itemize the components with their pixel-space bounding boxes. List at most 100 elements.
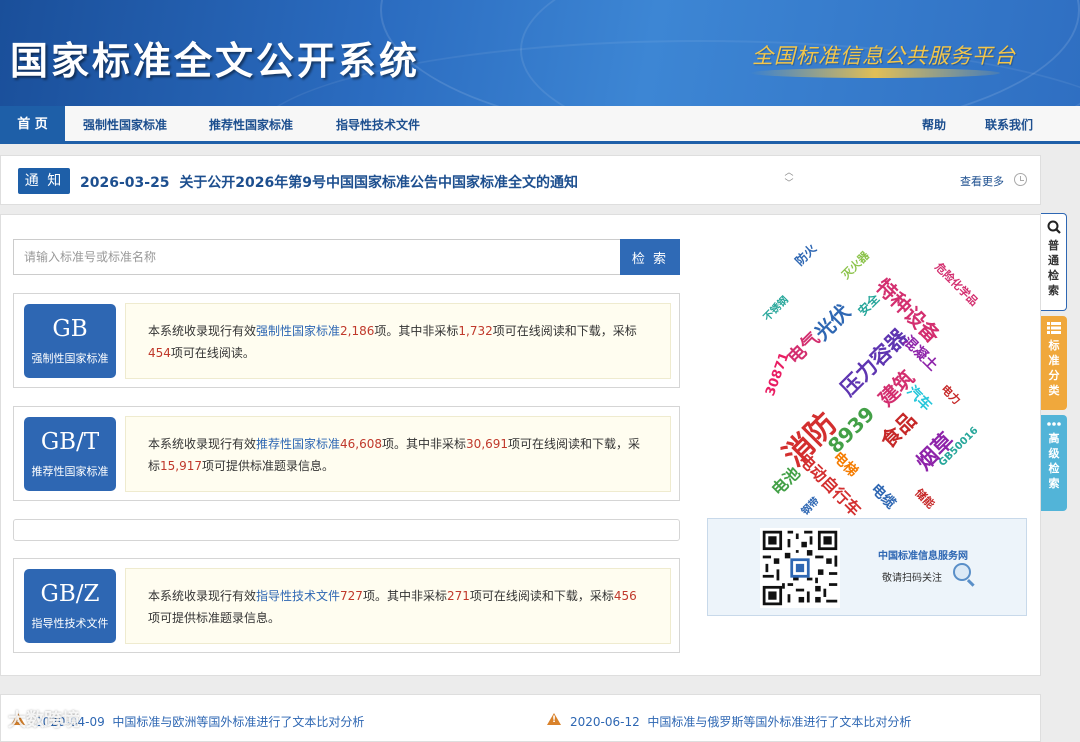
warning-icon — [547, 713, 561, 725]
side-tab-char: 标 — [1048, 339, 1060, 352]
watermark: 大数跨境 — [8, 710, 80, 731]
keyword-link[interactable]: 电缆 — [867, 479, 901, 513]
desc-kind-link[interactable]: 指导性技术文件 — [256, 589, 340, 603]
side-tab-char: 索 — [1048, 477, 1060, 490]
notice-bar: 通 知 2026-03-25 关于公开2026年第9号中国国家标准公告中国家标准… — [0, 155, 1041, 205]
gbz-badge[interactable]: GB/Z 指导性技术文件 — [24, 569, 116, 643]
desc-text: 项可提供标准题录信息。 — [148, 611, 281, 625]
news-link[interactable]: 2020-06-12 中国标准与俄罗斯等国外标准进行了文本比对分析 — [570, 713, 911, 730]
desc-text: 项可在线阅读。 — [170, 346, 255, 360]
keyword-link[interactable]: 电力 — [938, 381, 965, 408]
qr-code-image — [760, 528, 840, 608]
chevron-up-icon[interactable]: ︿ — [783, 168, 795, 179]
desc-text: 本系统收录现行有效 — [148, 437, 257, 451]
card-description: 本系统收录现行有效指导性技术文件727项。其中非采标271项可在线阅读和下载，采… — [125, 568, 671, 644]
badge-code: GB/Z — [40, 581, 100, 607]
search-button[interactable]: 检 索 — [620, 239, 680, 275]
news-bar: 2020-04-09 中国标准与欧洲等国外标准进行了文本比对分析 2020-06… — [0, 694, 1041, 742]
side-tab-classification[interactable]: 标 准 分 类 — [1041, 316, 1067, 410]
badge-code: GB/T — [40, 429, 100, 455]
keyword-link[interactable]: 防火 — [791, 240, 820, 269]
chevron-down-icon[interactable]: ﹀ — [783, 179, 795, 190]
desc-total: 2,186 — [340, 324, 375, 338]
search-icon — [1047, 220, 1061, 234]
desc-total: 46,608 — [340, 437, 383, 451]
card-description: 本系统收录现行有效强制性国家标准2,186项。其中非采标1,732项可在线阅读和… — [125, 303, 671, 379]
desc-kind-link[interactable]: 强制性国家标准 — [256, 324, 340, 338]
empty-panel — [13, 519, 680, 541]
standard-card-gbz: GB/Z 指导性技术文件 本系统收录现行有效指导性技术文件727项。其中非采标2… — [13, 558, 680, 653]
desc-nonadopt: 30,691 — [466, 437, 509, 451]
qr-title: 中国标准信息服务网 — [878, 551, 968, 562]
desc-adopt: 454 — [148, 346, 171, 360]
side-tab-char: 高 — [1048, 432, 1060, 445]
side-tab-char: 类 — [1048, 384, 1060, 397]
keyword-link[interactable]: 30871 — [763, 350, 793, 398]
side-tab-advanced-search[interactable]: 高 级 检 索 — [1041, 415, 1067, 511]
side-tab-basic-search[interactable]: 普 通 检 索 — [1041, 213, 1067, 311]
more-dots-icon — [1047, 422, 1061, 426]
side-tab-char: 检 — [1048, 269, 1059, 282]
gb-badge[interactable]: GB 强制性国家标准 — [24, 304, 116, 378]
desc-adopt: 456 — [613, 589, 637, 603]
view-more-link[interactable]: 查看更多 — [960, 173, 1004, 189]
keyword-link[interactable]: 不锈钢 — [759, 292, 791, 324]
nav-recommended[interactable]: 推荐性国家标准 — [209, 106, 293, 141]
desc-text: 项可提供标准题录信息。 — [202, 459, 335, 473]
notice-scroll-control[interactable]: ︿ ﹀ — [783, 168, 795, 190]
desc-text: 本系统收录现行有效 — [148, 589, 257, 603]
keyword-link[interactable]: 危险化学品 — [932, 259, 982, 309]
magnifier-icon — [953, 563, 971, 581]
badge-subtitle: 指导性技术文件 — [31, 617, 109, 630]
search-input[interactable] — [13, 239, 621, 275]
desc-adopt: 15,917 — [160, 459, 203, 473]
card-description: 本系统收录现行有效推荐性国家标准46,608项。其中非采标30,691项可在线阅… — [125, 416, 671, 492]
clock-icon — [1014, 173, 1027, 186]
side-tab-char: 准 — [1048, 354, 1060, 367]
nav-guidance[interactable]: 指导性技术文件 — [336, 106, 420, 141]
news-link[interactable]: 2020-04-09 中国标准与欧洲等国外标准进行了文本比对分析 — [35, 713, 364, 730]
site-slogan: 全国标准信息公共服务平台 — [752, 44, 1016, 68]
qr-subtitle: 敬请扫码关注 — [882, 573, 942, 584]
keyword-link[interactable]: 灭火器 — [838, 248, 873, 283]
nav-mandatory[interactable]: 强制性国家标准 — [83, 106, 167, 141]
side-tab-char: 级 — [1048, 447, 1060, 460]
standard-card-gbt: GB/T 推荐性国家标准 本系统收录现行有效推荐性国家标准46,608项。其中非… — [13, 406, 680, 501]
desc-kind-link[interactable]: 推荐性国家标准 — [256, 437, 340, 451]
desc-nonadopt: 1,732 — [458, 324, 493, 338]
keyword-link[interactable]: 储能 — [912, 485, 939, 512]
desc-text: 项可在线阅读和下载，采标 — [469, 589, 614, 603]
desc-nonadopt: 271 — [446, 589, 470, 603]
news-title: 中国标准与俄罗斯等国外标准进行了文本比对分析 — [647, 715, 912, 729]
desc-total: 727 — [340, 589, 363, 603]
nav-contact[interactable]: 联系我们 — [985, 106, 1033, 141]
side-tab-char: 分 — [1048, 369, 1060, 382]
notice-link[interactable]: 2026-03-25 关于公开2026年第9号中国国家标准公告中国家标准全文的通… — [80, 172, 578, 192]
badge-code: GB — [52, 316, 88, 342]
desc-text: 本系统收录现行有效 — [148, 324, 257, 338]
side-tab-char: 通 — [1048, 254, 1059, 267]
news-date: 2020-06-12 — [570, 715, 640, 729]
keyword-cloud: 防火 灭火器 特种设备 危险化学品 不锈钢 光伏 安全 电气 压力容器 混凝土 … — [741, 229, 1011, 519]
main-nav: 首 页 强制性国家标准 推荐性国家标准 指导性技术文件 帮助 联系我们 — [0, 106, 1080, 144]
nav-help[interactable]: 帮助 — [922, 106, 946, 141]
notice-title: 关于公开2026年第9号中国国家标准公告中国家标准全文的通知 — [179, 175, 579, 191]
side-tab-char: 普 — [1048, 239, 1059, 252]
keyword-link[interactable]: 食品 — [873, 405, 922, 454]
nav-home[interactable]: 首 页 — [0, 106, 65, 141]
desc-text: 项。其中非采标 — [382, 437, 467, 451]
keyword-link[interactable]: 钢带 — [797, 493, 822, 518]
list-icon — [1047, 322, 1061, 334]
notice-tag: 通 知 — [18, 168, 70, 194]
gbt-badge[interactable]: GB/T 推荐性国家标准 — [24, 417, 116, 491]
header-banner: 国家标准全文公开系统 全国标准信息公共服务平台 — [0, 0, 1080, 106]
desc-text: 项。其中非采标 — [362, 589, 447, 603]
main-panel: 检 索 GB 强制性国家标准 本系统收录现行有效强制性国家标准2,186项。其中… — [0, 214, 1041, 676]
standard-card-gb: GB 强制性国家标准 本系统收录现行有效强制性国家标准2,186项。其中非采标1… — [13, 293, 680, 388]
slogan-swoosh — [750, 68, 1000, 78]
badge-subtitle: 强制性国家标准 — [31, 352, 109, 365]
side-tab-char: 索 — [1048, 284, 1059, 297]
side-tab-char: 检 — [1048, 462, 1060, 475]
desc-text: 项。其中非采标 — [374, 324, 459, 338]
badge-subtitle: 推荐性国家标准 — [31, 465, 109, 478]
